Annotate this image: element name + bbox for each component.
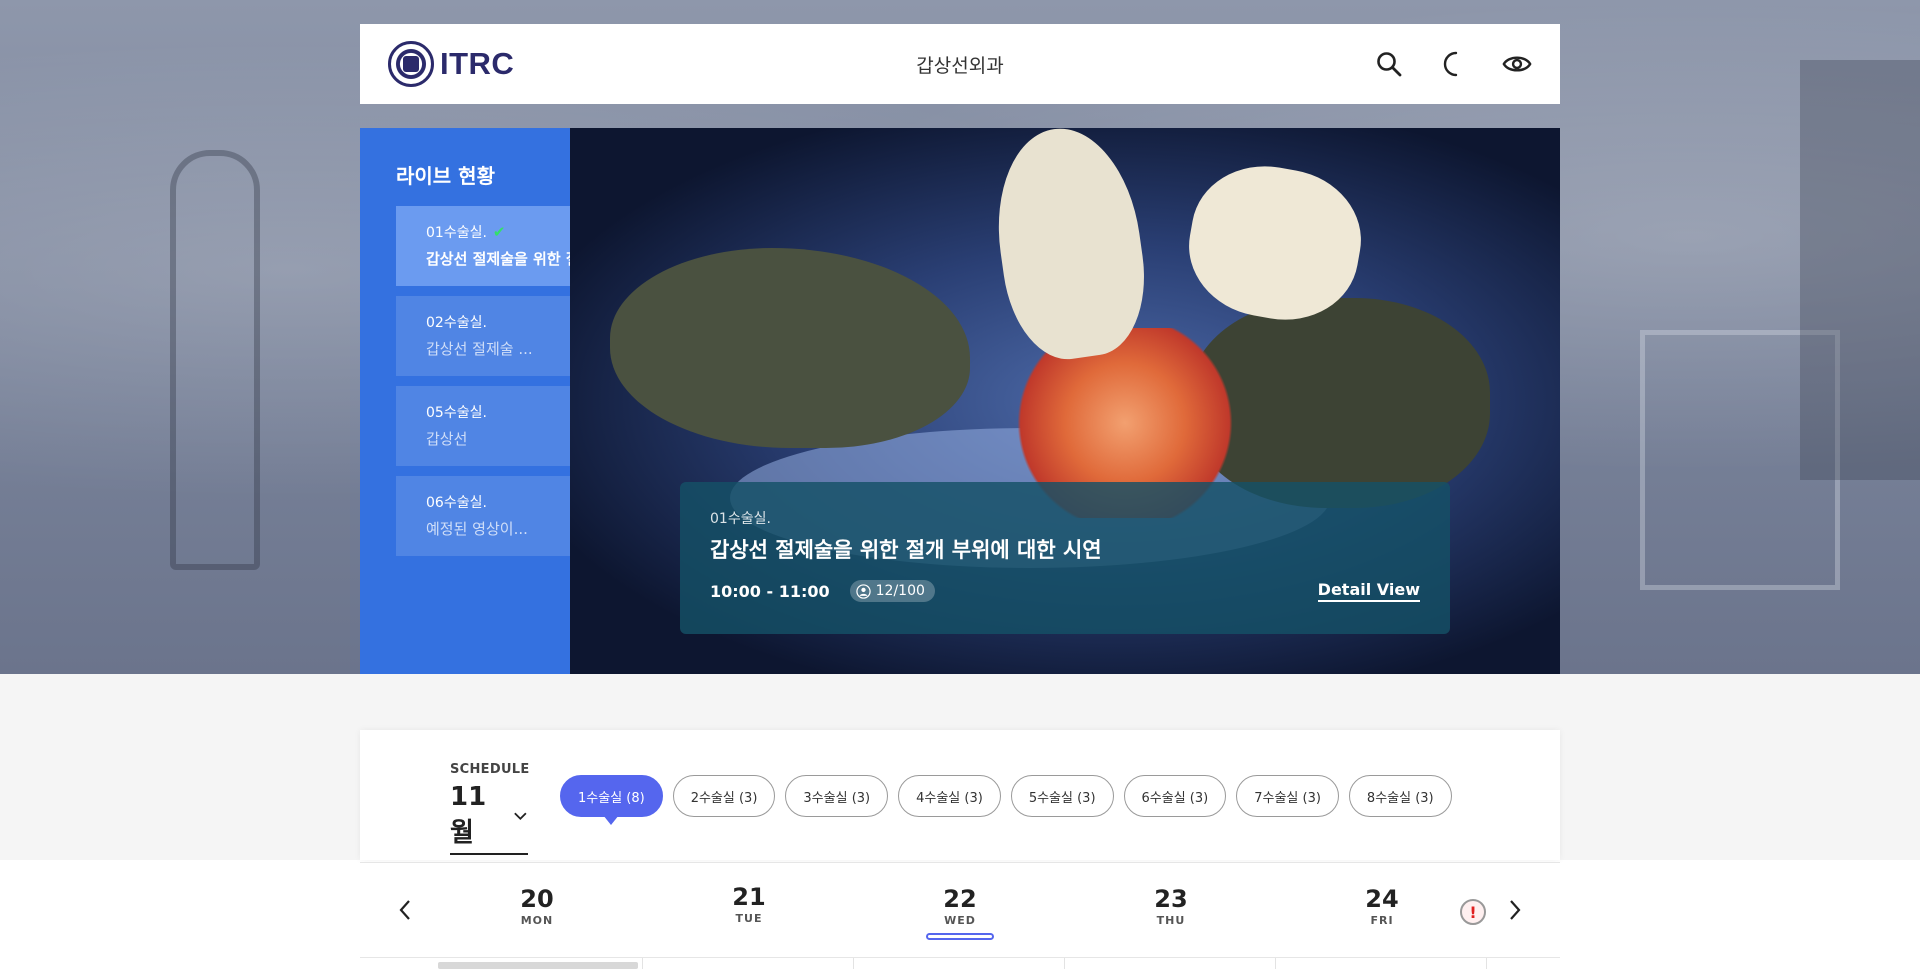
tab-room-1[interactable]: 1수술실 (8) xyxy=(560,775,663,817)
grid-divider xyxy=(1064,958,1065,969)
chevron-down-icon xyxy=(514,812,527,820)
live-item-title: 갑상선 xyxy=(426,430,468,448)
chevron-left-icon xyxy=(399,900,410,920)
live-item-room-02[interactable]: 02수술실. 갑상선 절제술 ... xyxy=(396,296,570,376)
video-title: 갑상선 절제술을 위한 절개 부위에 대한 시연 xyxy=(710,538,1102,562)
viewer-count-badge: 12/100 xyxy=(849,580,935,602)
tab-room-4[interactable]: 4수술실 (3) xyxy=(898,775,1001,817)
grid-divider xyxy=(853,958,854,969)
moon-icon[interactable] xyxy=(1438,49,1468,79)
live-item-title: 갑상선 절제술 ... xyxy=(426,340,533,358)
live-item-room: 02수술실. xyxy=(426,315,487,331)
search-icon[interactable] xyxy=(1374,49,1404,79)
viewer-count: 12/100 xyxy=(875,583,925,599)
day-of-week: TUE xyxy=(735,912,763,925)
video-room: 01수술실. xyxy=(710,511,771,527)
live-item-room-06[interactable]: 06수술실. 예정된 영상이... xyxy=(396,476,570,556)
user-icon xyxy=(855,583,871,599)
tab-room-5[interactable]: 5수술실 (3) xyxy=(1010,775,1114,817)
check-icon: ✔ xyxy=(492,223,506,241)
previous-week-button[interactable] xyxy=(390,895,420,925)
alert-icon[interactable]: ! xyxy=(1460,899,1486,925)
university-seal-icon xyxy=(388,41,434,87)
day-of-week: WED xyxy=(944,914,976,927)
video-scene-hand xyxy=(610,248,970,448)
day-number: 21 xyxy=(732,883,766,911)
schedule-grid xyxy=(360,958,1560,969)
day-21[interactable]: 21 TUE xyxy=(709,883,789,925)
tab-room-3[interactable]: 3수술실 (3) xyxy=(785,775,889,817)
day-of-week: MON xyxy=(520,914,554,927)
day-23[interactable]: 23 THU xyxy=(1131,885,1211,927)
day-number: 20 xyxy=(520,885,554,913)
background-equipment xyxy=(170,150,260,570)
video-info-card: 01수술실. 갑상선 절제술을 위한 절개 부위에 대한 시연 10:00 - … xyxy=(680,482,1450,634)
live-item-title: 예정된 영상이... xyxy=(426,520,528,538)
day-number: 22 xyxy=(943,885,977,913)
room-tabs: 1수술실 (8) 2수술실 (3) 3수술실 (3) 4수술실 (3) 5수술실… xyxy=(560,775,1452,817)
day-20[interactable]: 20 MON xyxy=(497,885,577,927)
department-title: 갑상선외과 xyxy=(916,54,1004,77)
live-item-room: 06수술실. xyxy=(426,495,487,511)
logo-text: ITRC xyxy=(440,46,515,81)
grid-divider xyxy=(1275,958,1276,969)
day-24[interactable]: 24 FRI xyxy=(1342,885,1422,927)
grid-divider xyxy=(642,958,643,969)
tab-room-7[interactable]: 7수술실 (3) xyxy=(1236,775,1339,817)
eye-icon[interactable] xyxy=(1502,49,1532,79)
month-select[interactable]: 11월 xyxy=(450,782,528,855)
detail-view-link[interactable]: Detail View xyxy=(1317,580,1420,602)
selected-day-indicator xyxy=(926,933,994,940)
day-selector: 20 MON 21 TUE 22 WED 23 THU 24 FRI ! xyxy=(360,862,1560,958)
schedule-section: SCHEDULE 11월 1수술실 (8) 2수술실 (3) 3수술실 (3) … xyxy=(360,730,1560,860)
grid-divider xyxy=(1486,958,1487,969)
tab-room-6[interactable]: 6수술실 (3) xyxy=(1123,775,1227,817)
tab-room-8[interactable]: 8수술실 (3) xyxy=(1348,775,1452,817)
day-of-week: FRI xyxy=(1370,914,1394,927)
live-item-room-05[interactable]: 05수술실. 갑상선 xyxy=(396,386,570,466)
header-actions xyxy=(1374,49,1532,79)
logo[interactable]: ITRC xyxy=(388,41,514,87)
live-item-room: 01수술실. xyxy=(426,225,487,241)
schedule-label: SCHEDULE xyxy=(450,762,530,777)
chevron-right-icon xyxy=(1510,900,1521,920)
schedule-event[interactable] xyxy=(438,962,638,969)
video-meta: 10:00 - 11:00 12/100 Detail View xyxy=(710,580,1420,602)
day-number: 23 xyxy=(1154,885,1188,913)
header-bar: ITRC 갑상선외과 xyxy=(360,24,1560,104)
day-22[interactable]: 22 WED xyxy=(920,885,1000,940)
background-shelf xyxy=(1800,60,1920,480)
day-of-week: THU xyxy=(1156,914,1186,927)
day-number: 24 xyxy=(1365,885,1399,913)
month-value: 11월 xyxy=(450,782,487,848)
live-status-heading: 라이브 현황 xyxy=(396,164,495,188)
video-time: 10:00 - 11:00 xyxy=(710,581,830,601)
next-week-button[interactable] xyxy=(1500,895,1530,925)
tab-room-2[interactable]: 2수술실 (3) xyxy=(672,775,776,817)
live-video-player[interactable]: 01수술실. 갑상선 절제술을 위한 절개 부위에 대한 시연 10:00 - … xyxy=(570,128,1560,674)
live-item-room: 05수술실. xyxy=(426,405,487,421)
live-status-panel: 라이브 현황 01수술실. ✔ 갑상선 절제술을 위한 절개... 02수술실.… xyxy=(360,128,653,674)
